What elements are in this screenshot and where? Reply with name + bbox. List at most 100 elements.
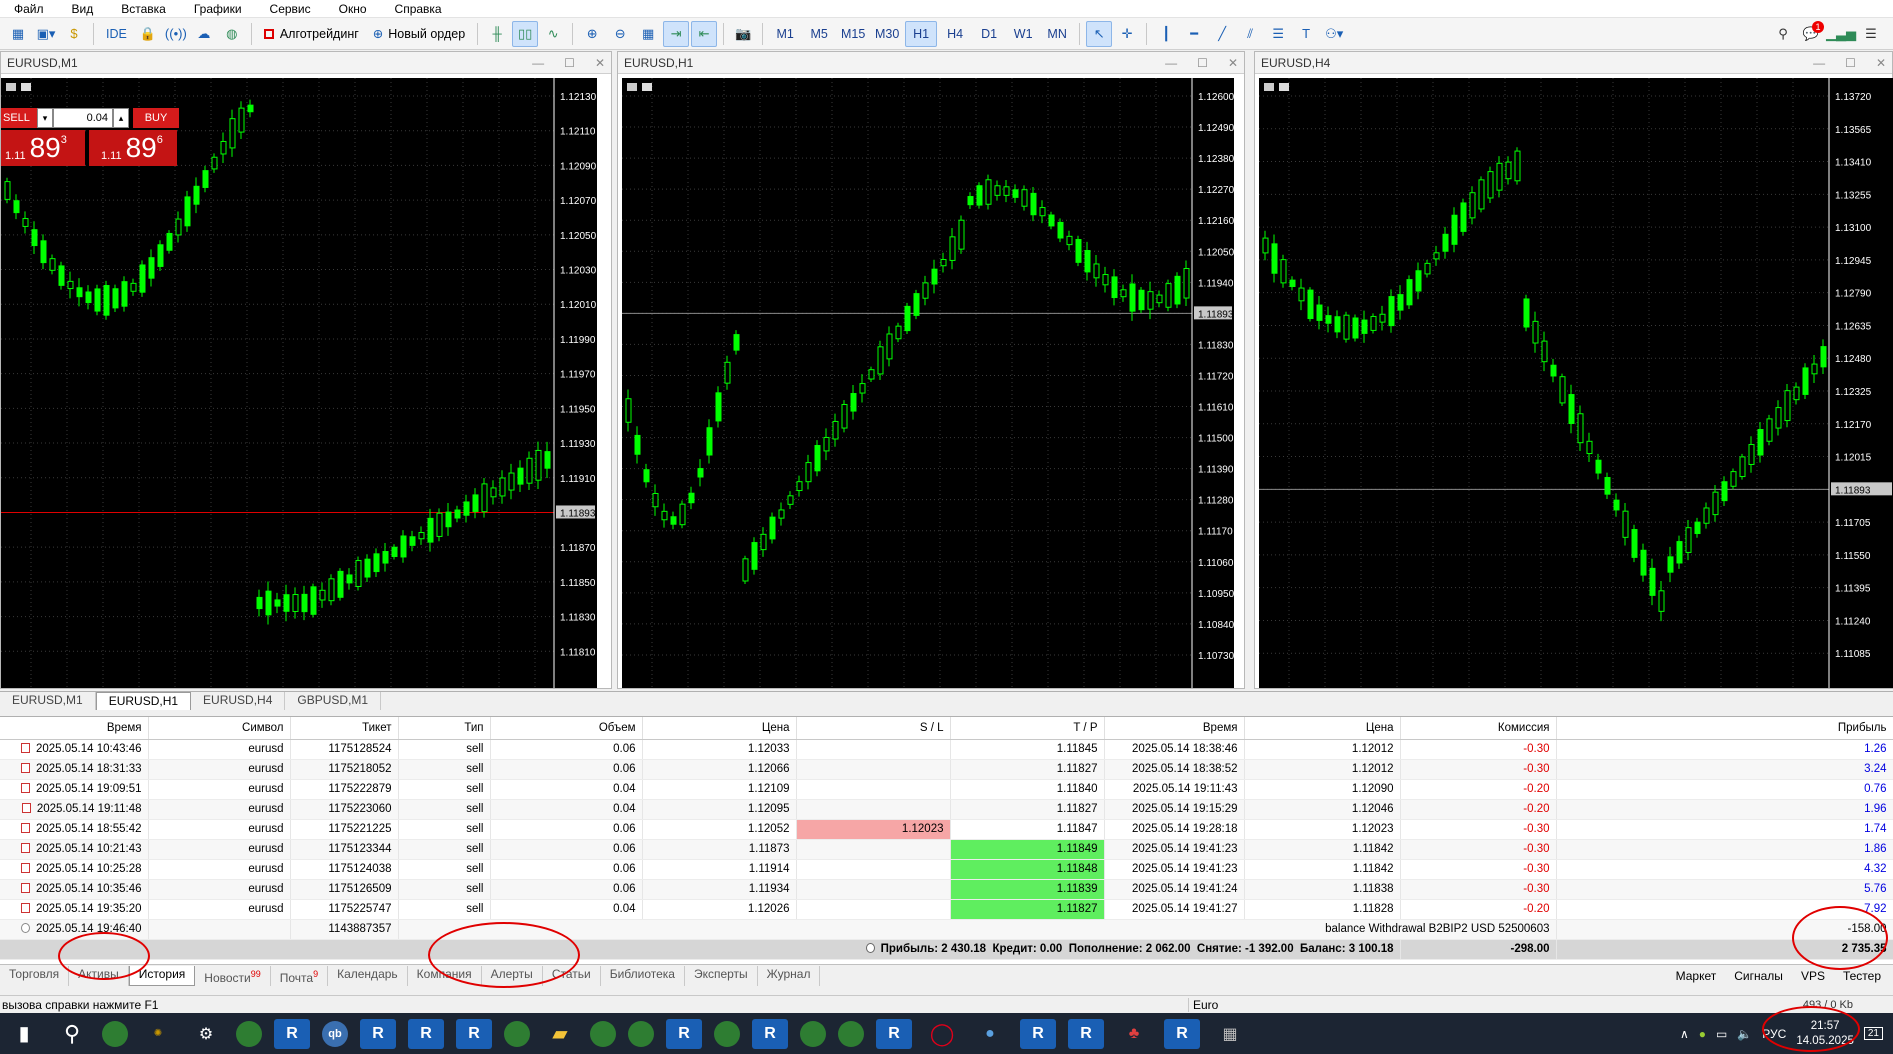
timeframe-m1[interactable]: M1 (769, 21, 801, 47)
chart-trade-icon[interactable] (1279, 83, 1289, 91)
mt5-app-icon[interactable] (628, 1020, 654, 1047)
column-header[interactable]: Время (1104, 717, 1245, 740)
toolbox-link[interactable]: VPS (1801, 969, 1825, 983)
chart-window-eurusd-m1[interactable]: EURUSD,M1 — ☐ ✕ 1.12130 1.12110 1.12090 1.120… (0, 51, 612, 689)
candlestick-icon[interactable]: ▯▯ (512, 20, 539, 47)
lock-icon[interactable]: 🔒 (135, 21, 161, 47)
maximize-icon[interactable]: ☐ (1197, 56, 1208, 70)
menu-item-6[interactable]: Справка (381, 0, 456, 18)
r-app-icon[interactable]: R (876, 1018, 912, 1049)
game-icon[interactable]: ♣ (1116, 1019, 1152, 1049)
chart-menu-icon[interactable] (6, 83, 16, 91)
close-icon[interactable]: ✕ (1228, 56, 1238, 70)
menu-item-0[interactable]: Файл (0, 0, 58, 18)
table-row[interactable]: 2025.05.14 19:35:20 eurusd 1175225747 sell 0… (0, 899, 1893, 920)
r-app-icon[interactable]: R (1020, 1018, 1056, 1049)
vertical-line-icon[interactable]: ┃ (1153, 21, 1179, 47)
crosshair-icon[interactable]: ✛ (1114, 21, 1140, 47)
r-app-icon[interactable]: R (1068, 1018, 1104, 1049)
tray-lang[interactable]: РУС (1762, 1027, 1786, 1041)
chart-canvas[interactable]: 1.13720 1.13565 1.13410 1.13255 1.13100 1.129… (1259, 78, 1893, 688)
volume-up-button[interactable]: ▴ (113, 108, 129, 128)
opera-icon[interactable]: ◯ (924, 1019, 960, 1049)
toolbox-tab[interactable]: Эксперты (685, 965, 758, 986)
minimize-icon[interactable]: — (1165, 56, 1177, 70)
chart-shift-icon[interactable]: ⇤ (691, 20, 718, 47)
chart-canvas[interactable]: 1.12130 1.12110 1.12090 1.12070 1.12050 1.120… (1, 78, 597, 688)
sell-button[interactable]: SELL (1, 108, 37, 128)
bar-chart-icon[interactable]: ╫ (484, 21, 510, 47)
table-row[interactable]: 2025.05.14 19:09:51 eurusd 1175222879 sell 0… (0, 779, 1893, 800)
start-icon[interactable]: ▮ (6, 1019, 42, 1049)
toolbox-tab[interactable]: Библиотека (601, 965, 685, 986)
algotrading-button[interactable]: Алготрейдинг (258, 21, 365, 47)
table-row[interactable]: 2025.05.14 10:25:28 eurusd 1175124038 sell 0… (0, 859, 1893, 880)
mt5-app-icon[interactable] (504, 1020, 530, 1047)
signal-icon[interactable]: ((•)) (163, 21, 189, 47)
table-row[interactable]: 2025.05.14 18:31:33 eurusd 1175218052 sell 0… (0, 759, 1893, 780)
toolbox-tab[interactable]: История (128, 965, 196, 986)
chart-window-eurusd-h1[interactable]: EURUSD,H1 — ☐ ✕ 1.12600 1.12490 1.12380 1.122… (617, 51, 1245, 689)
search-icon[interactable]: ⚲ (54, 1019, 90, 1049)
timeframe-mn[interactable]: MN (1041, 21, 1073, 47)
cloud-icon[interactable]: ☁ (191, 21, 217, 47)
search-icon[interactable]: ⚲ (1770, 21, 1796, 47)
r-app-icon[interactable]: R (456, 1018, 492, 1049)
mt5-app-icon[interactable] (236, 1020, 262, 1047)
buy-button[interactable]: BUY (133, 108, 179, 128)
dollar-icon[interactable]: $ (61, 21, 87, 47)
fibonacci-icon[interactable]: ☰ (1265, 21, 1291, 47)
channel-icon[interactable]: ⫽ (1237, 21, 1263, 47)
settings-icon[interactable]: ⚙ (188, 1019, 224, 1049)
column-header[interactable]: Прибыль (1556, 717, 1893, 740)
menu-item-2[interactable]: Вставка (107, 0, 180, 18)
screenshot-icon[interactable]: 📷 (730, 21, 756, 47)
close-icon[interactable]: ✕ (1876, 56, 1886, 70)
column-header[interactable]: Тип (398, 717, 491, 740)
timeframe-d1[interactable]: D1 (973, 21, 1005, 47)
column-header[interactable]: Объем (490, 717, 643, 740)
toolbox-tab[interactable]: Алерты (482, 965, 543, 986)
timeframe-w1[interactable]: W1 (1007, 21, 1039, 47)
chart-tab[interactable]: EURUSD,M1 (0, 692, 96, 710)
column-header[interactable]: S / L (796, 717, 951, 740)
toolbox-tab[interactable]: Компания (408, 965, 482, 986)
column-header[interactable]: T / P (950, 717, 1105, 740)
chart-trade-icon[interactable] (642, 83, 652, 91)
tray-chevron-icon[interactable]: ∧ (1680, 1027, 1689, 1041)
chart-menu-icon[interactable] (1264, 83, 1274, 91)
action-center-icon[interactable]: 21 (1863, 1027, 1883, 1040)
column-header[interactable]: Комиссия (1400, 717, 1557, 740)
zoom-out-icon[interactable]: ⊖ (607, 21, 633, 47)
globe-icon[interactable]: ◍ (219, 21, 245, 47)
timeframe-m30[interactable]: M30 (871, 21, 903, 47)
mt5-app-icon[interactable] (838, 1020, 864, 1047)
account-icon[interactable]: ☰ (1858, 21, 1884, 47)
qbittorrent-icon[interactable]: qb (322, 1020, 348, 1047)
maximize-icon[interactable]: ☐ (1845, 56, 1856, 70)
drop-icon[interactable]: ● (972, 1019, 1008, 1049)
menu-item-1[interactable]: Вид (58, 0, 108, 18)
column-header[interactable]: Цена (1244, 717, 1401, 740)
volume-down-button[interactable]: ▾ (37, 108, 53, 128)
table-row[interactable]: 2025.05.14 10:21:43 eurusd 1175123344 sell 0… (0, 839, 1893, 860)
toolbox-link[interactable]: Сигналы (1734, 969, 1783, 983)
buy-price-button[interactable]: 1.11 89 6 (89, 130, 177, 166)
toolbox-tab[interactable]: Календарь (328, 965, 408, 986)
chart-canvas[interactable]: 1.12600 1.12490 1.12380 1.12270 1.12160 1.120… (622, 78, 1234, 688)
r-app-icon[interactable]: R (274, 1018, 310, 1049)
trendline-icon[interactable]: ╱ (1209, 21, 1235, 47)
notifications-icon[interactable]: 💬 1 (1798, 20, 1824, 47)
chart-trade-icon[interactable] (21, 83, 31, 91)
chart-window-titlebar[interactable]: EURUSD,H4 — ☐ ✕ (1255, 52, 1892, 74)
horizontal-line-icon[interactable]: ━ (1181, 21, 1207, 47)
balance-row[interactable]: 2025.05.14 19:46:40 1143887357 balance Wit… (0, 919, 1893, 940)
toolbox-link[interactable]: Тестер (1843, 969, 1881, 983)
timeframe-m5[interactable]: M5 (803, 21, 835, 47)
menu-item-4[interactable]: Сервис (256, 0, 325, 18)
tray-clock[interactable]: 21:57 14.05.2025 (1796, 1019, 1854, 1049)
chart-window-titlebar[interactable]: EURUSD,H1 — ☐ ✕ (618, 52, 1244, 74)
timeframe-m15[interactable]: M15 (837, 21, 869, 47)
zoom-in-icon[interactable]: ⊕ (579, 21, 605, 47)
r-app-icon[interactable]: R (666, 1018, 702, 1049)
